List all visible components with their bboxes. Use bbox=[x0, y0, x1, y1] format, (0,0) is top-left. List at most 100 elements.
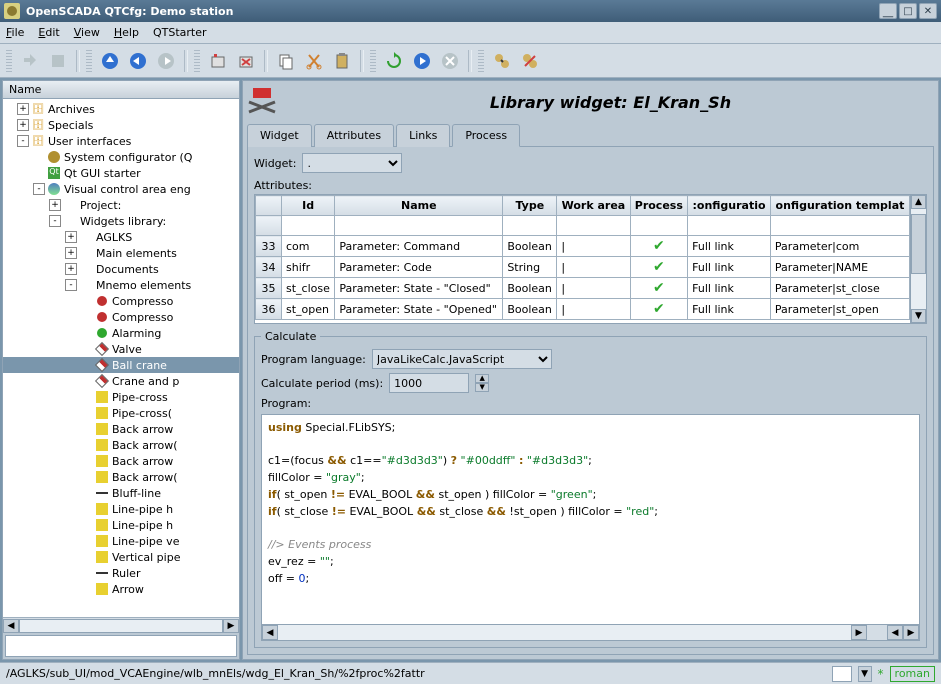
tree-toggle-icon[interactable]: - bbox=[49, 215, 61, 227]
cell-process[interactable]: ✔ bbox=[630, 278, 688, 299]
tree-item[interactable]: +Documents bbox=[3, 261, 239, 277]
forward-icon[interactable] bbox=[154, 49, 178, 73]
cell-config[interactable]: Full link bbox=[688, 257, 771, 278]
tree-item[interactable]: Ruler bbox=[3, 565, 239, 581]
cell-template[interactable]: Parameter|st_open bbox=[770, 299, 909, 320]
scroll-right-icon[interactable]: ▶ bbox=[851, 625, 867, 640]
table-header[interactable]: onfiguration templat bbox=[770, 196, 909, 216]
table-header[interactable]: :onfiguratio bbox=[688, 196, 771, 216]
status-user[interactable]: roman bbox=[890, 666, 935, 682]
cell-name[interactable]: Parameter: Command bbox=[335, 236, 503, 257]
tree-item[interactable]: Pipe-cross bbox=[3, 389, 239, 405]
tree-item[interactable]: Vertical pipe bbox=[3, 549, 239, 565]
tree-item[interactable]: +🗄Specials bbox=[3, 117, 239, 133]
cell-config[interactable]: Full link bbox=[688, 299, 771, 320]
program-hscrollbar[interactable]: ◀ ▶ ◀ ▶ bbox=[262, 624, 919, 640]
widget-select[interactable]: . bbox=[302, 153, 402, 173]
cell-type[interactable]: Boolean bbox=[503, 299, 557, 320]
toolbar-handle[interactable] bbox=[6, 50, 12, 72]
cell-name[interactable]: Parameter: Code bbox=[335, 257, 503, 278]
tab-process[interactable]: Process bbox=[452, 124, 520, 147]
tree-item[interactable]: Compresso bbox=[3, 293, 239, 309]
scroll-left-icon[interactable]: ◀ bbox=[887, 625, 903, 640]
paste-icon[interactable] bbox=[330, 49, 354, 73]
tree-item[interactable]: Back arrow( bbox=[3, 469, 239, 485]
cell-type[interactable]: Boolean bbox=[503, 236, 557, 257]
menu-view[interactable]: View bbox=[74, 26, 100, 39]
tree-item[interactable]: Crane and p bbox=[3, 373, 239, 389]
disconnect-icon[interactable] bbox=[518, 49, 542, 73]
save-icon[interactable] bbox=[46, 49, 70, 73]
tree-toggle-icon[interactable]: + bbox=[65, 263, 77, 275]
table-row[interactable]: 36st_openParameter: State - "Opened"Bool… bbox=[256, 299, 910, 320]
tree-item[interactable]: Line-pipe h bbox=[3, 517, 239, 533]
tree-item[interactable]: QtQt GUI starter bbox=[3, 165, 239, 181]
scroll-right-icon[interactable]: ▶ bbox=[223, 619, 239, 633]
cell-config[interactable]: Full link bbox=[688, 278, 771, 299]
cell-type[interactable]: Boolean bbox=[503, 278, 557, 299]
menu-file[interactable]: File bbox=[6, 26, 24, 39]
tree-item[interactable]: +AGLKS bbox=[3, 229, 239, 245]
cell-id[interactable]: com bbox=[282, 236, 335, 257]
tree-toggle-icon[interactable]: + bbox=[17, 103, 29, 115]
table-vscrollbar[interactable]: ▲ ▼ bbox=[910, 195, 926, 323]
tree-item[interactable]: Alarming bbox=[3, 325, 239, 341]
copy-icon[interactable] bbox=[274, 49, 298, 73]
cell-template[interactable]: Parameter|com bbox=[770, 236, 909, 257]
up-icon[interactable] bbox=[98, 49, 122, 73]
refresh-icon[interactable] bbox=[382, 49, 406, 73]
tree-item[interactable]: +Main elements bbox=[3, 245, 239, 261]
tree-item[interactable]: Valve bbox=[3, 341, 239, 357]
tab-widget[interactable]: Widget bbox=[247, 124, 312, 147]
tree-item[interactable]: System configurator (Q bbox=[3, 149, 239, 165]
run-icon[interactable] bbox=[410, 49, 434, 73]
program-language-select[interactable]: JavaLikeCalc.JavaScript bbox=[372, 349, 552, 369]
add-icon[interactable] bbox=[206, 49, 230, 73]
toolbar-handle[interactable] bbox=[194, 50, 200, 72]
maximize-button[interactable]: □ bbox=[899, 3, 917, 19]
tree-item[interactable]: Back arrow bbox=[3, 453, 239, 469]
tab-links[interactable]: Links bbox=[396, 124, 450, 147]
load-icon[interactable] bbox=[18, 49, 42, 73]
tree[interactable]: +🗄Archives+🗄Specials-🗄User interfacesSys… bbox=[3, 99, 239, 617]
table-header[interactable] bbox=[256, 196, 282, 216]
cell-id[interactable]: st_open bbox=[282, 299, 335, 320]
minimize-button[interactable]: ＿ bbox=[879, 3, 897, 19]
table-header[interactable]: Work area bbox=[557, 196, 630, 216]
tree-item[interactable]: Bluff-line bbox=[3, 485, 239, 501]
cut-icon[interactable] bbox=[302, 49, 326, 73]
status-input[interactable] bbox=[832, 666, 852, 682]
delete-icon[interactable] bbox=[234, 49, 258, 73]
back-icon[interactable] bbox=[126, 49, 150, 73]
cell-id[interactable]: st_close bbox=[282, 278, 335, 299]
menu-qtstarter[interactable]: QTStarter bbox=[153, 26, 207, 39]
cell-config[interactable]: Full link bbox=[688, 236, 771, 257]
tree-item[interactable]: Compresso bbox=[3, 309, 239, 325]
tree-toggle-icon[interactable]: - bbox=[33, 183, 45, 195]
tree-toggle-icon[interactable]: + bbox=[49, 199, 61, 211]
tree-toggle-icon[interactable]: + bbox=[65, 247, 77, 259]
scroll-track[interactable] bbox=[19, 619, 223, 633]
tree-filter-input[interactable] bbox=[5, 635, 237, 657]
table-header[interactable]: Process bbox=[630, 196, 688, 216]
cell-template[interactable]: Parameter|NAME bbox=[770, 257, 909, 278]
scroll-thumb[interactable] bbox=[911, 214, 926, 274]
table-header[interactable]: Type bbox=[503, 196, 557, 216]
tree-item[interactable]: +🗄Archives bbox=[3, 101, 239, 117]
table-header[interactable]: Name bbox=[335, 196, 503, 216]
stop-icon[interactable] bbox=[438, 49, 462, 73]
cell-workarea[interactable]: | bbox=[557, 236, 630, 257]
tree-item[interactable]: Arrow bbox=[3, 581, 239, 597]
spin-up-icon[interactable]: ▲ bbox=[475, 374, 489, 383]
scroll-left-icon[interactable]: ◀ bbox=[262, 625, 278, 640]
program-editor[interactable]: using Special.FLibSYS; c1=(focus && c1==… bbox=[262, 415, 919, 624]
cell-template[interactable]: Parameter|st_close bbox=[770, 278, 909, 299]
tree-item[interactable]: Ball crane bbox=[3, 357, 239, 373]
cell-workarea[interactable]: | bbox=[557, 257, 630, 278]
table-row[interactable]: 33comParameter: CommandBoolean|✔Full lin… bbox=[256, 236, 910, 257]
table-header[interactable]: Id bbox=[282, 196, 335, 216]
tab-attributes[interactable]: Attributes bbox=[314, 124, 394, 147]
menu-edit[interactable]: Edit bbox=[38, 26, 59, 39]
tree-header[interactable]: Name bbox=[3, 81, 239, 99]
tree-item[interactable]: -🗄User interfaces bbox=[3, 133, 239, 149]
